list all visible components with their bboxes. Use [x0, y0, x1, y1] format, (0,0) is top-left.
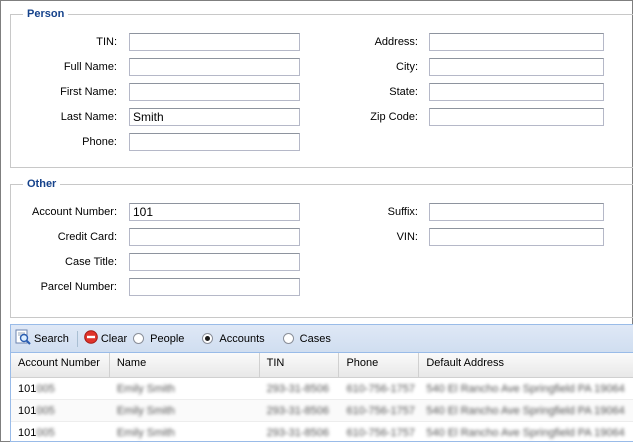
column-header-tin[interactable]: TIN [260, 353, 340, 377]
full-name-field[interactable] [129, 58, 300, 76]
cell-tin: 293-31-8506 [266, 405, 329, 417]
phone-field[interactable] [129, 133, 300, 151]
parcel-number-field[interactable] [129, 278, 300, 296]
account-number-field[interactable] [129, 203, 300, 221]
toolbar-separator [76, 330, 78, 347]
cell-tin: 293-31-8506 [266, 383, 329, 395]
grid-body: 101005 Emily Smith 293-31-8506 610-756-1… [11, 378, 633, 441]
address-field[interactable] [429, 33, 604, 51]
search-button[interactable]: Search [15, 329, 69, 348]
first-name-label: First Name: [60, 86, 117, 98]
cell-default-address: 540 El Rancho Ave Springfield PA 19064 [426, 383, 625, 395]
search-window: Person TIN: Full Name: First Name: Last … [0, 0, 633, 442]
table-row[interactable]: 101005 Emily Smith 293-31-8506 610-756-1… [11, 422, 633, 441]
cell-tin: 293-31-8506 [266, 427, 329, 439]
city-label: City: [396, 61, 418, 73]
credit-card-label: Credit Card: [57, 231, 117, 243]
cases-radio-circle[interactable] [282, 333, 294, 344]
zip-code-field[interactable] [429, 108, 604, 126]
phone-label: Phone: [82, 136, 117, 148]
scope-people-radio[interactable]: People [133, 333, 184, 345]
tin-field[interactable] [129, 33, 300, 51]
search-icon [15, 329, 31, 348]
clear-icon [84, 330, 98, 347]
last-name-label: Last Name: [60, 111, 117, 123]
zip-code-label: Zip Code: [370, 111, 418, 123]
cell-phone: 610-756-1757 [346, 405, 415, 417]
last-name-field[interactable] [129, 108, 300, 126]
column-header-name[interactable]: Name [110, 353, 260, 377]
suffix-label: Suffix: [387, 206, 418, 218]
account-number-label: Account Number: [32, 206, 117, 218]
column-header-account-number[interactable]: Account Number [11, 353, 110, 377]
vin-field[interactable] [429, 228, 604, 246]
parcel-number-label: Parcel Number: [40, 281, 117, 293]
case-title-label: Case Title: [65, 256, 117, 268]
other-fieldset: Other [10, 178, 633, 318]
accounts-radio-label: Accounts [219, 332, 265, 345]
scope-cases-radio[interactable]: Cases [282, 332, 331, 345]
cell-account-number: 101005 [18, 427, 55, 439]
other-legend: Other [27, 178, 57, 190]
cell-name: Emily Smith [116, 427, 175, 439]
search-button-label: Search [34, 332, 69, 345]
suffix-field[interactable] [429, 203, 604, 221]
column-header-phone[interactable]: Phone [339, 353, 420, 377]
full-name-label: Full Name: [63, 61, 117, 73]
cell-name: Emily Smith [116, 405, 175, 417]
state-field[interactable] [429, 83, 604, 101]
address-label: Address: [374, 36, 418, 48]
cell-phone: 610-756-1757 [346, 427, 415, 439]
tin-label: TIN: [96, 36, 117, 48]
table-row[interactable]: 101005 Emily Smith 293-31-8506 610-756-1… [11, 378, 633, 400]
cell-phone: 610-756-1757 [346, 383, 415, 395]
cell-default-address: 540 El Rancho Ave Springfield PA 19064 [426, 427, 625, 439]
city-field[interactable] [429, 58, 604, 76]
person-legend: Person [27, 8, 65, 20]
cell-name: Emily Smith [116, 383, 175, 395]
cell-account-number: 101005 [18, 405, 55, 417]
scope-accounts-radio[interactable]: Accounts [202, 332, 265, 345]
state-label: State: [389, 86, 418, 98]
cases-radio-label: Cases [299, 332, 331, 345]
clear-button[interactable]: Clear [84, 330, 127, 347]
case-title-field[interactable] [129, 253, 300, 271]
grid-header: Account Number Name TIN Phone Default Ad… [11, 353, 633, 378]
cell-default-address: 540 El Rancho Ave Springfield PA 19064 [426, 405, 625, 417]
results-grid: Search Clear People Accounts Cases Accou… [10, 324, 633, 442]
column-header-default-address[interactable]: Default Address [419, 353, 633, 377]
table-row[interactable]: 101005 Emily Smith 293-31-8506 610-756-1… [11, 400, 633, 422]
first-name-field[interactable] [129, 83, 300, 101]
credit-card-field[interactable] [129, 228, 300, 246]
accounts-radio-circle[interactable] [202, 333, 214, 344]
grid-toolbar: Search Clear People Accounts Cases [11, 325, 633, 353]
clear-button-label: Clear [100, 332, 128, 345]
cell-account-number: 101005 [18, 383, 55, 395]
vin-label: VIN: [396, 231, 418, 243]
people-radio-circle[interactable] [133, 333, 145, 344]
people-radio-label: People [150, 332, 185, 345]
